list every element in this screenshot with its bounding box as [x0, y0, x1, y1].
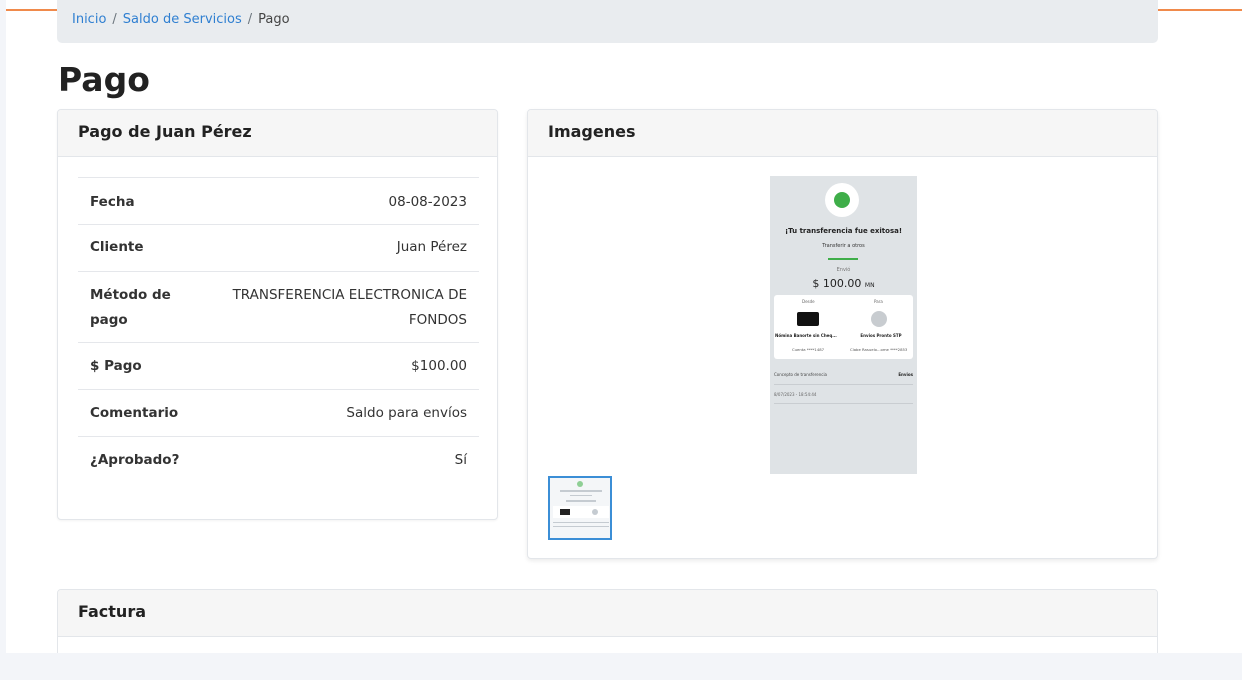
detail-label: $ Pago [90, 358, 142, 374]
receipt-sent-label: Envió [836, 267, 851, 273]
detail-value: TRANSFERENCIA ELECTRONICA DE FONDOS [232, 287, 467, 328]
detail-value: Sí [454, 452, 467, 468]
breadcrumb: Inicio / Saldo de Servicios / Pago [57, 0, 1158, 43]
detail-value: Juan Pérez [396, 239, 467, 255]
detail-row-fecha: Fecha 08-08-2023 [78, 177, 479, 224]
detail-row-metodo: Método de pago TRANSFERENCIA ELECTRONICA… [78, 271, 479, 342]
receipt-image[interactable]: ¡Tu transferencia fue exitosa! Transferi… [770, 176, 917, 474]
debit-card-icon [797, 312, 819, 326]
receipt-date: 8/07/2023 - 18:54:44 [774, 392, 817, 397]
invoice-card: Factura [57, 589, 1158, 653]
avatar-icon [871, 311, 887, 327]
detail-row-comentario: Comentario Saldo para envíos [78, 389, 479, 436]
receipt-from-name: Nómina Banorte sin Cheq... [775, 333, 837, 338]
invoice-card-title: Factura [58, 590, 1157, 637]
breadcrumb-services-link[interactable]: Saldo de Servicios [123, 12, 242, 27]
receipt-to-account: Clabe Rasuelo...ome ****2853 [850, 347, 908, 352]
detail-label: Fecha [90, 194, 135, 210]
breadcrumb-separator: / [247, 12, 253, 27]
page: Inicio / Saldo de Servicios / Pago Pago Pago… [6, 0, 1242, 653]
breadcrumb-separator: / [112, 12, 117, 27]
breadcrumb-home-link[interactable]: Inicio [72, 12, 106, 27]
detail-value: $100.00 [411, 358, 467, 374]
receipt-concept-label: Concepto de transferencia [774, 372, 827, 377]
detail-label: Cliente [90, 239, 144, 255]
images-card-title: Imagenes [528, 110, 1157, 157]
detail-row-aprobado: ¿Aprobado? Sí [78, 436, 479, 483]
detail-value: Saldo para envíos [346, 405, 467, 421]
page-title: Pago [58, 60, 150, 99]
receipt-subheading: Transferir a otros [822, 243, 865, 249]
receipt-concept-row: Concepto de transferencia Envios [774, 372, 913, 377]
receipt-amount: $ 100.00 MN [770, 277, 917, 290]
payment-details-card: Pago de Juan Pérez Fecha 08-08-2023 Clie… [57, 109, 498, 520]
receipt-heading: ¡Tu transferencia fue exitosa! [784, 227, 903, 235]
detail-value: 08-08-2023 [388, 194, 467, 210]
detail-row-cliente: Cliente Juan Pérez [78, 224, 479, 271]
images-card: Imagenes ¡Tu transferencia fue exitosa! … [527, 109, 1158, 559]
image-thumbnail[interactable] [548, 476, 612, 540]
payment-details-list: Fecha 08-08-2023 Cliente Juan Pérez Méto… [78, 177, 479, 483]
receipt-from-account: Cuenta ****1487 [792, 347, 825, 352]
detail-label: Comentario [90, 405, 179, 421]
detail-label: ¿Aprobado? [90, 452, 180, 468]
detail-row-pago: $ Pago $100.00 [78, 342, 479, 389]
receipt-divider [774, 403, 913, 404]
receipt-to-label: Para [874, 299, 883, 304]
breadcrumb-current: Pago [258, 12, 290, 27]
receipt-to-name: Envios Pronto STP [860, 333, 902, 338]
receipt-divider [828, 258, 858, 260]
payment-card-title: Pago de Juan Pérez [58, 110, 497, 157]
receipt-concept-value: Envios [898, 372, 913, 377]
receipt-amount-value: $ 100.00 [812, 277, 862, 290]
bank-logo-icon [825, 183, 859, 217]
receipt-currency: MN [864, 282, 875, 289]
receipt-divider [774, 384, 913, 385]
detail-label: Método de pago [90, 287, 171, 328]
receipt-from-label: Desde [802, 299, 815, 304]
receipt-parties-box: Desde Para Nómina Banorte sin Cheq... En… [774, 295, 913, 359]
